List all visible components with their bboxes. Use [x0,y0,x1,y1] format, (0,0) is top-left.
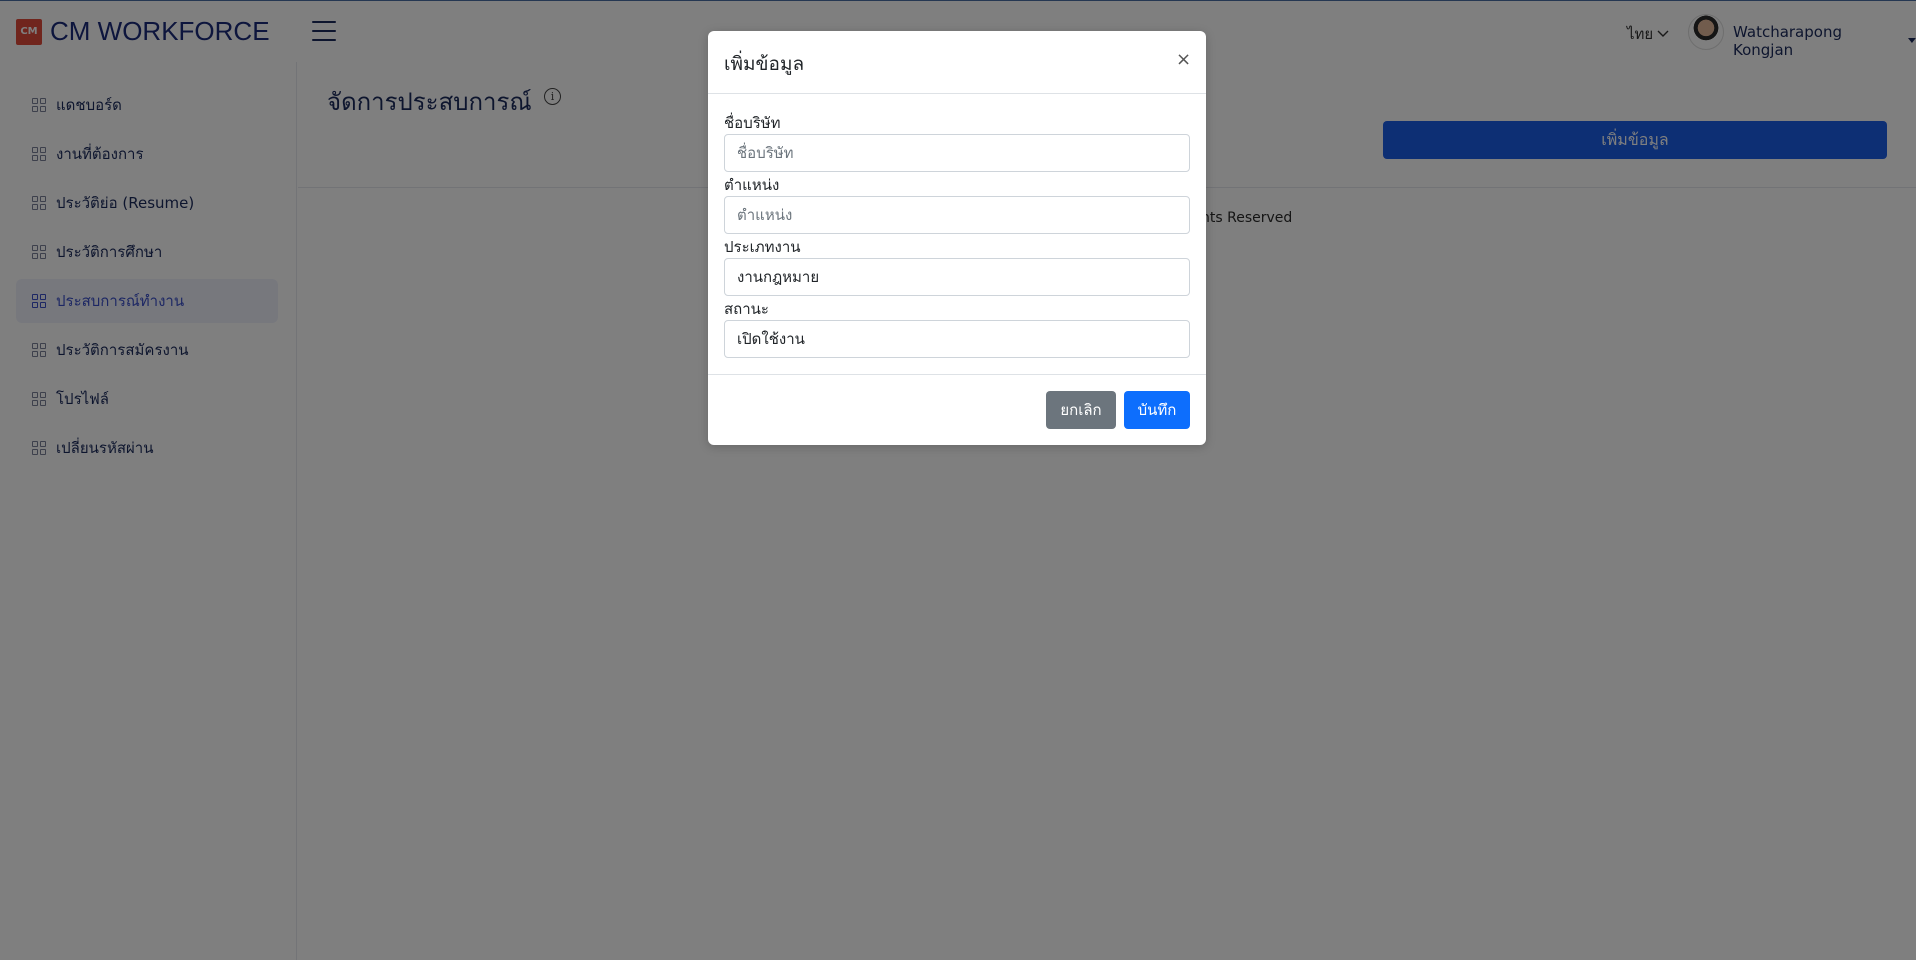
position-input[interactable] [724,196,1190,234]
status-input[interactable] [724,320,1190,358]
job-type-input[interactable] [724,258,1190,296]
job-type-label: ประเภทงาน [724,238,801,256]
cancel-button[interactable]: ยกเลิก [1046,391,1116,429]
modal-title: เพิ่มข้อมูล [724,53,805,75]
close-icon[interactable]: × [1176,51,1191,69]
save-button[interactable]: บันทึก [1124,391,1190,429]
add-data-modal: เพิ่มข้อมูล × ชื่อบริษัท ตำแหน่ง ประเภทง… [708,31,1206,445]
position-label: ตำแหน่ง [724,176,780,194]
modal-header: เพิ่มข้อมูล × [708,31,1206,94]
company-input[interactable] [724,134,1190,172]
status-label: สถานะ [724,300,769,318]
company-label: ชื่อบริษัท [724,114,781,132]
modal-footer-divider [708,374,1206,375]
